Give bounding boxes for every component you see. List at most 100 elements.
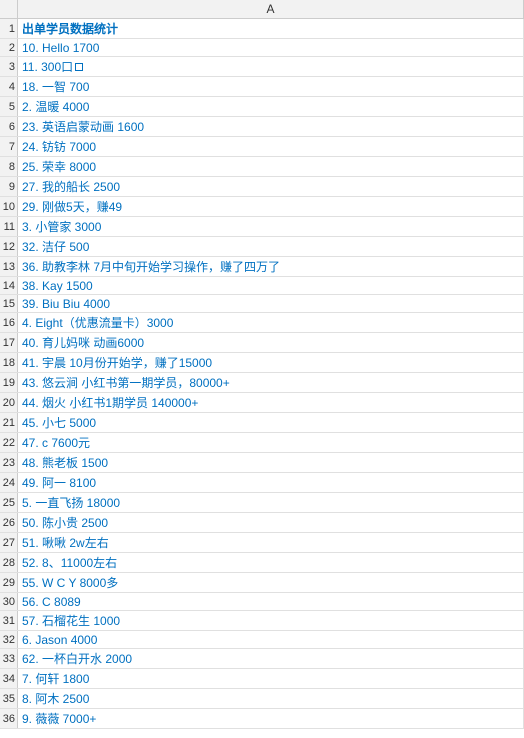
- table-row: 1232. 洁仔 500: [0, 237, 524, 257]
- row-cell: 36. 助教李林 7月中旬开始学习操作，赚了四万了: [18, 257, 524, 276]
- table-row: 2145. 小七 5000: [0, 413, 524, 433]
- row-cell: 32. 洁仔 500: [18, 237, 524, 256]
- row-number: 14: [0, 277, 18, 294]
- row-cell: 29. 刚做5天，赚49: [18, 197, 524, 216]
- table-row: 326. Jason 4000: [0, 631, 524, 649]
- row-cell: 47. c 7600元: [18, 433, 524, 452]
- row-number: 16: [0, 313, 18, 332]
- row-cell: 44. 烟火 小红书1期学员 140000+: [18, 393, 524, 412]
- row-cell: 3. 小管家 3000: [18, 217, 524, 236]
- row-number: 10: [0, 197, 18, 216]
- row-number: 4: [0, 77, 18, 96]
- table-row: 210. Hello 1700: [0, 39, 524, 57]
- table-row: 347. 何轩 1800: [0, 669, 524, 689]
- row-number: 8: [0, 157, 18, 176]
- row-cell: 48. 熊老板 1500: [18, 453, 524, 472]
- table-row: 1336. 助教李林 7月中旬开始学习操作，赚了四万了: [0, 257, 524, 277]
- row-cell: 62. 一杯白开水 2000: [18, 649, 524, 668]
- col-header-a: A: [18, 0, 524, 18]
- row-number: 11: [0, 217, 18, 236]
- row-cell: 27. 我的船长 2500: [18, 177, 524, 196]
- row-number: 29: [0, 573, 18, 592]
- table-row: 623. 英语启蒙动画 1600: [0, 117, 524, 137]
- row-number: 25: [0, 493, 18, 512]
- table-row: 2247. c 7600元: [0, 433, 524, 453]
- box-icon: [75, 63, 83, 71]
- table-row: 2650. 陈小贵 2500: [0, 513, 524, 533]
- table-row: 825. 荣幸 8000: [0, 157, 524, 177]
- row-cell: 56. C 8089: [18, 593, 524, 610]
- table-row: 3056. C 8089: [0, 593, 524, 611]
- row-cell: 6. Jason 4000: [18, 631, 524, 648]
- row-number: 32: [0, 631, 18, 648]
- row-cell: 57. 石榴花生 1000: [18, 611, 524, 630]
- row-number: 18: [0, 353, 18, 372]
- row-number: 3: [0, 57, 18, 76]
- row-cell: 11. 300口: [18, 57, 524, 76]
- table-row: 3157. 石榴花生 1000: [0, 611, 524, 631]
- row-cell: 55. W C Y 8000多: [18, 573, 524, 592]
- row-number: 17: [0, 333, 18, 352]
- row-cell: 2. 温暖 4000: [18, 97, 524, 116]
- table-row: 927. 我的船长 2500: [0, 177, 524, 197]
- table-row: 2751. 啾啾 2w左右: [0, 533, 524, 553]
- row-number: 12: [0, 237, 18, 256]
- row-number: 28: [0, 553, 18, 572]
- table-row: 1029. 刚做5天，赚49: [0, 197, 524, 217]
- row-cell: 24. 钫钫 7000: [18, 137, 524, 156]
- row-cell: 7. 何轩 1800: [18, 669, 524, 688]
- row-number: 19: [0, 373, 18, 392]
- row-number: 26: [0, 513, 18, 532]
- row-cell: 5. 一直飞扬 18000: [18, 493, 524, 512]
- row-cell: 4. Eight（优惠流量卡）3000: [18, 313, 524, 332]
- row-number: 31: [0, 611, 18, 630]
- row-cell: 8. 阿木 2500: [18, 689, 524, 708]
- row-cell: 10. Hello 1700: [18, 39, 524, 56]
- row-number: 5: [0, 97, 18, 116]
- table-row: 1438. Kay 1500: [0, 277, 524, 295]
- table-row: 311. 300口: [0, 57, 524, 77]
- table-row: 1539. Biu Biu 4000: [0, 295, 524, 313]
- row-number: 2: [0, 39, 18, 56]
- table-row: 2852. 8、11000左右: [0, 553, 524, 573]
- table-row: 113. 小管家 3000: [0, 217, 524, 237]
- row-number: 13: [0, 257, 18, 276]
- table-row: 418. 一智 700: [0, 77, 524, 97]
- row-cell: 23. 英语启蒙动画 1600: [18, 117, 524, 136]
- row-number: 7: [0, 137, 18, 156]
- row-number: 9: [0, 177, 18, 196]
- row-cell: 50. 陈小贵 2500: [18, 513, 524, 532]
- row-cell: 43. 悠云涧 小红书第一期学员，80000+: [18, 373, 524, 392]
- row-cell: 40. 育儿妈咪 动画6000: [18, 333, 524, 352]
- row-number: 15: [0, 295, 18, 312]
- row-number: 6: [0, 117, 18, 136]
- table-row: 52. 温暖 4000: [0, 97, 524, 117]
- row-cell: 9. 薇薇 7000+: [18, 709, 524, 728]
- row-cell: 51. 啾啾 2w左右: [18, 533, 524, 552]
- table-row: 2449. 阿一 8100: [0, 473, 524, 493]
- table-row: 369. 薇薇 7000+: [0, 709, 524, 729]
- row-cell: 39. Biu Biu 4000: [18, 295, 524, 312]
- row-cell: 38. Kay 1500: [18, 277, 524, 294]
- row-number: 30: [0, 593, 18, 610]
- row-cell: 25. 荣幸 8000: [18, 157, 524, 176]
- row-number: 27: [0, 533, 18, 552]
- table-row: 3362. 一杯白开水 2000: [0, 649, 524, 669]
- row-cell: 41. 宇晨 10月份开始学，赚了15000: [18, 353, 524, 372]
- row-cell: 45. 小七 5000: [18, 413, 524, 432]
- table-row: 255. 一直飞扬 18000: [0, 493, 524, 513]
- row-number: 36: [0, 709, 18, 728]
- row-number: 24: [0, 473, 18, 492]
- table-row: 1943. 悠云涧 小红书第一期学员，80000+: [0, 373, 524, 393]
- table-row: 1出单学员数据统计: [0, 19, 524, 39]
- row-number: 33: [0, 649, 18, 668]
- table-row: 1841. 宇晨 10月份开始学，赚了15000: [0, 353, 524, 373]
- row-cell: 49. 阿一 8100: [18, 473, 524, 492]
- row-num-header: [0, 0, 18, 18]
- row-number: 23: [0, 453, 18, 472]
- spreadsheet: A 1出单学员数据统计210. Hello 1700311. 300口418. …: [0, 0, 524, 729]
- row-number: 22: [0, 433, 18, 452]
- table-row: 2044. 烟火 小红书1期学员 140000+: [0, 393, 524, 413]
- table-row: 1740. 育儿妈咪 动画6000: [0, 333, 524, 353]
- row-cell: 出单学员数据统计: [18, 19, 524, 38]
